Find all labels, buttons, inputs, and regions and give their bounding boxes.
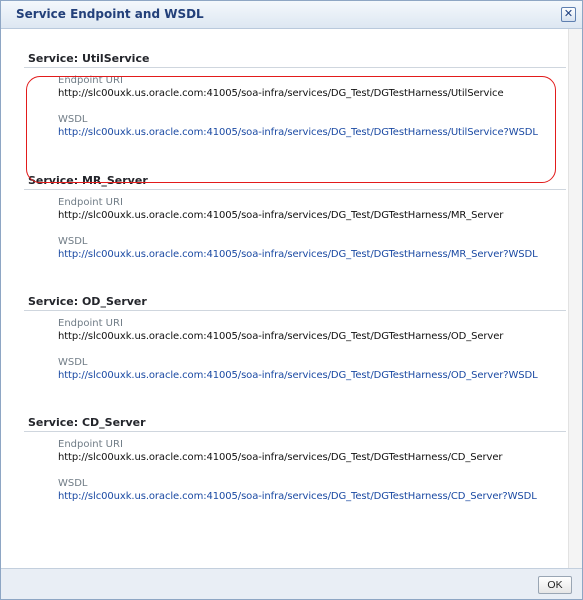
endpoint-label: Endpoint URI xyxy=(58,318,123,329)
service-section: Service: MR_Server Endpoint URI http://s… xyxy=(24,171,566,262)
wsdl-link[interactable]: http://slc00uxk.us.oracle.com:41005/soa-… xyxy=(58,490,566,504)
service-header: Service: UtilService xyxy=(24,49,566,68)
dialog-title: Service Endpoint and WSDL xyxy=(16,7,204,21)
service-section: Service: CD_Server Endpoint URI http://s… xyxy=(24,413,566,504)
endpoint-label: Endpoint URI xyxy=(58,75,123,86)
close-icon: ✕ xyxy=(563,7,574,20)
endpoint-field: Endpoint URI http://slc00uxk.us.oracle.c… xyxy=(58,74,566,101)
endpoint-uri-value: http://slc00uxk.us.oracle.com:41005/soa-… xyxy=(58,210,504,221)
wsdl-link[interactable]: http://slc00uxk.us.oracle.com:41005/soa-… xyxy=(58,248,566,262)
wsdl-label: WSDL xyxy=(58,478,88,489)
wsdl-field: WSDL http://slc00uxk.us.oracle.com:41005… xyxy=(58,235,566,262)
service-section: Service: UtilService Endpoint URI http:/… xyxy=(24,49,566,140)
endpoint-field: Endpoint URI http://slc00uxk.us.oracle.c… xyxy=(58,438,566,465)
wsdl-link[interactable]: http://slc00uxk.us.oracle.com:41005/soa-… xyxy=(58,369,566,383)
wsdl-field: WSDL http://slc00uxk.us.oracle.com:41005… xyxy=(58,356,566,383)
service-header: Service: CD_Server xyxy=(24,413,566,432)
wsdl-link[interactable]: http://slc00uxk.us.oracle.com:41005/soa-… xyxy=(58,126,566,140)
endpoint-label: Endpoint URI xyxy=(58,197,123,208)
endpoint-uri-value: http://slc00uxk.us.oracle.com:41005/soa-… xyxy=(58,331,504,342)
endpoint-field: Endpoint URI http://slc00uxk.us.oracle.c… xyxy=(58,196,566,223)
vertical-scrollbar[interactable] xyxy=(568,29,582,568)
close-button[interactable]: ✕ xyxy=(561,7,576,22)
dialog-footer: OK xyxy=(1,568,582,599)
endpoint-uri-value: http://slc00uxk.us.oracle.com:41005/soa-… xyxy=(58,452,503,463)
service-header: Service: MR_Server xyxy=(24,171,566,190)
wsdl-field: WSDL http://slc00uxk.us.oracle.com:41005… xyxy=(58,477,566,504)
endpoint-field: Endpoint URI http://slc00uxk.us.oracle.c… xyxy=(58,317,566,344)
dialog-content: Service: UtilService Endpoint URI http:/… xyxy=(1,29,568,568)
ok-button[interactable]: OK xyxy=(538,576,572,594)
wsdl-label: WSDL xyxy=(58,236,88,247)
endpoint-uri-value: http://slc00uxk.us.oracle.com:41005/soa-… xyxy=(58,88,504,99)
service-section: Service: OD_Server Endpoint URI http://s… xyxy=(24,292,566,383)
wsdl-label: WSDL xyxy=(58,357,88,368)
dialog-titlebar: Service Endpoint and WSDL ✕ xyxy=(1,1,582,29)
wsdl-label: WSDL xyxy=(58,114,88,125)
service-endpoint-dialog: Service Endpoint and WSDL ✕ Service: Uti… xyxy=(0,0,583,600)
endpoint-label: Endpoint URI xyxy=(58,439,123,450)
wsdl-field: WSDL http://slc00uxk.us.oracle.com:41005… xyxy=(58,113,566,140)
service-header: Service: OD_Server xyxy=(24,292,566,311)
